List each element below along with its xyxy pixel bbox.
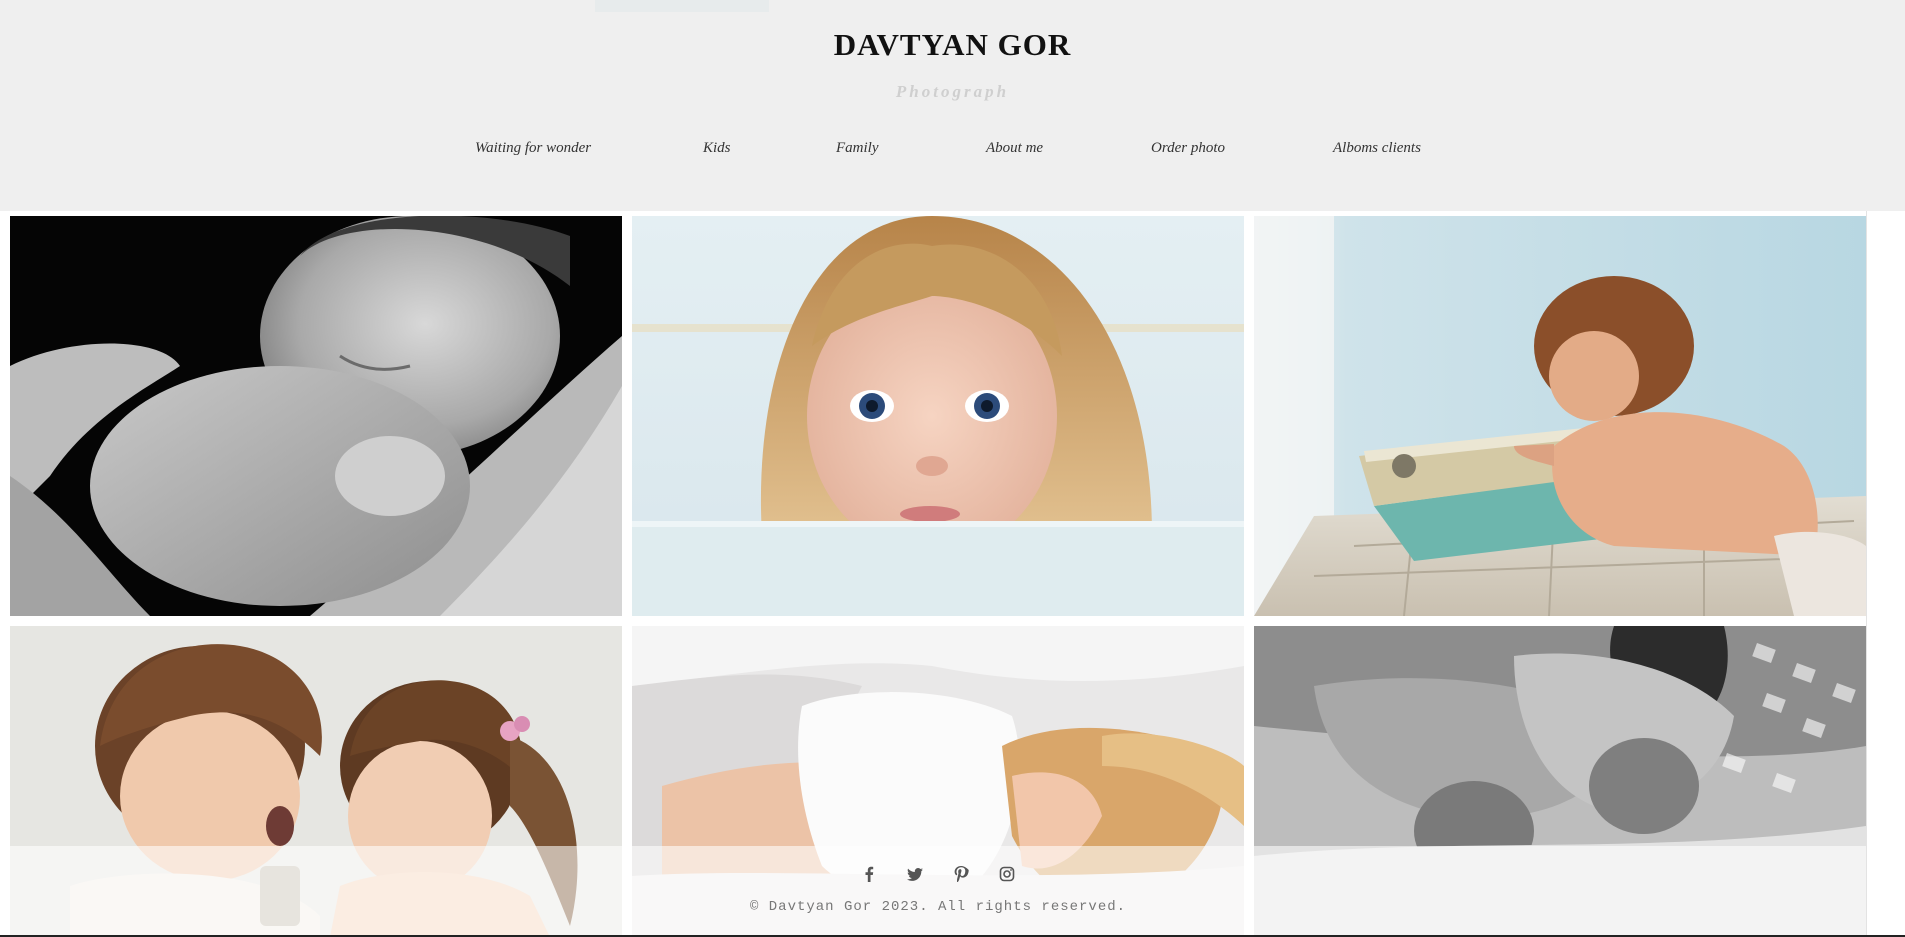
pinterest-icon[interactable]: [953, 866, 969, 882]
twitter-icon[interactable]: [907, 866, 923, 882]
nav-item-waiting-for-wonder[interactable]: Waiting for wonder: [475, 140, 591, 157]
site-header: DAVTYAN GOR Photograph Waiting for wonde…: [0, 0, 1905, 211]
copyright-text: © Davtyan Gor 2023. All rights reserved.: [749, 899, 1127, 915]
typewriter-boy-photo: [1254, 216, 1866, 616]
social-links: [10, 866, 1866, 882]
site-footer: © Davtyan Gor 2023. All rights reserved.: [10, 846, 1866, 937]
nav-item-alboms-clients[interactable]: Alboms clients: [1333, 140, 1421, 157]
instagram-icon[interactable]: [999, 866, 1015, 882]
page: DAVTYAN GOR Photograph Waiting for wonde…: [0, 0, 1905, 937]
newborn-photo: [10, 216, 622, 616]
nav-item-order-photo[interactable]: Order photo: [1151, 140, 1225, 157]
scrollbar-track[interactable]: [1866, 211, 1905, 937]
nav-item-about-me[interactable]: About me: [986, 140, 1043, 157]
gallery-photo[interactable]: [632, 216, 1244, 616]
girl-portrait-photo: [632, 216, 1244, 616]
facebook-icon[interactable]: [861, 866, 877, 882]
gallery-photo[interactable]: [1254, 216, 1866, 616]
site-title[interactable]: DAVTYAN GOR: [0, 27, 1905, 63]
nav-item-kids[interactable]: Kids: [703, 140, 731, 157]
site-subtitle: Photograph: [895, 82, 1010, 101]
header-accent-bar: [595, 0, 769, 12]
nav-item-family[interactable]: Family: [836, 140, 879, 157]
gallery-photo[interactable]: [10, 216, 622, 616]
main-nav: Waiting for wonder Kids Family About me …: [0, 140, 1905, 164]
